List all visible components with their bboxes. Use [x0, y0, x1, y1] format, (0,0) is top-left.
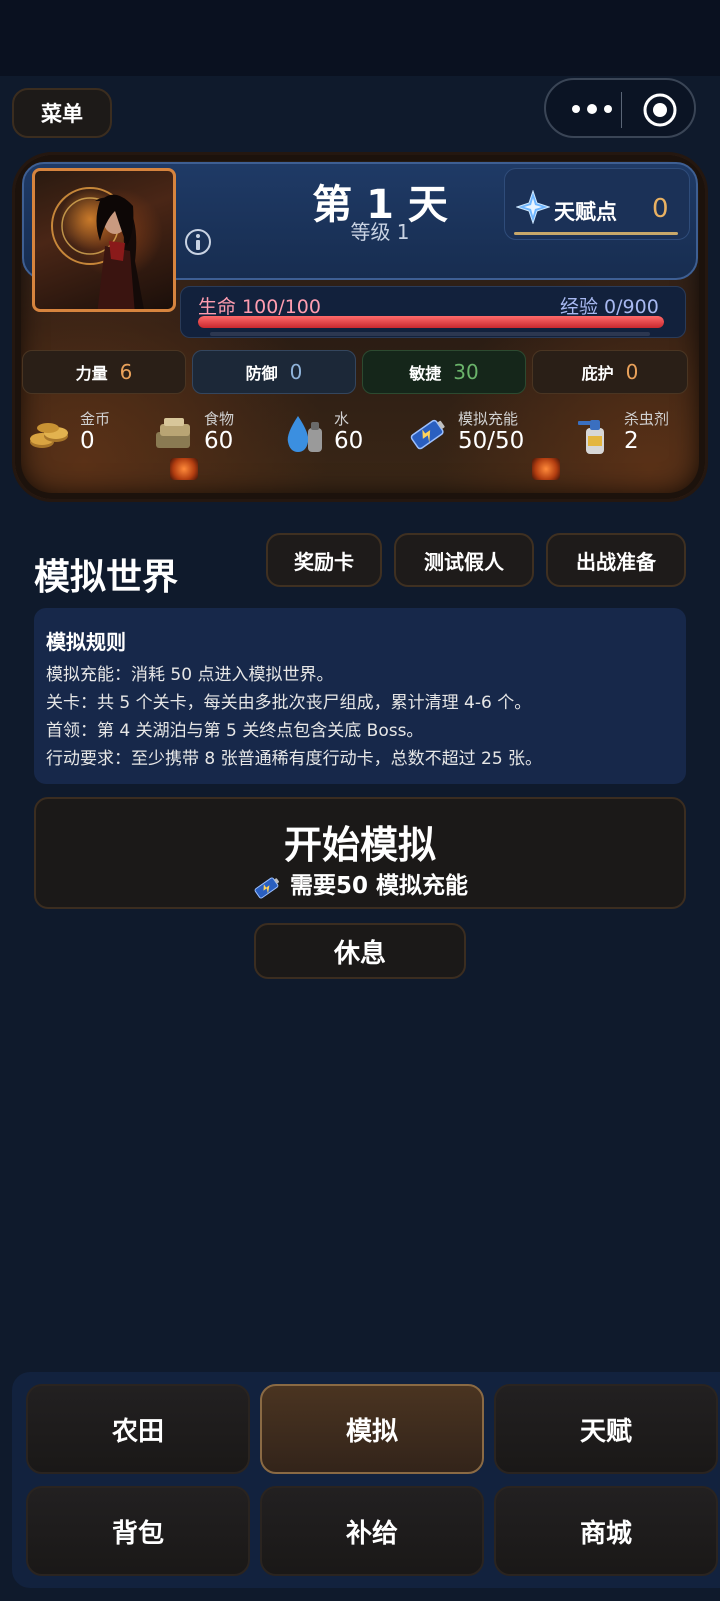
portrait-art [51, 187, 144, 309]
player-portrait[interactable] [32, 168, 176, 312]
talent-value: 0 [652, 194, 669, 224]
rules-title: 模拟规则 [46, 630, 126, 654]
nav-talent[interactable]: 天赋 [494, 1384, 718, 1474]
water-icon [287, 416, 322, 452]
resource-label: 金币 [80, 410, 111, 428]
resource-value: 60 [204, 428, 234, 454]
hp-bar-fill [198, 316, 664, 328]
rules-line: 首领：第 4 关湖泊与第 5 关终点包含关底 Boss。 [46, 721, 424, 741]
resource-label: 食物 [204, 410, 235, 428]
stat-value: 6 [119, 360, 133, 384]
status-bar [0, 0, 720, 76]
stat-strength: 力量 6 [22, 350, 186, 394]
start-cost-label: 需要50 模拟充能 [34, 866, 686, 902]
resource-water: 水 60 [282, 404, 382, 464]
stat-value: 30 [453, 360, 479, 384]
stat-shelter: 庇护 0 [532, 350, 688, 394]
stat-label: 力量 [75, 364, 108, 383]
close-target-icon[interactable] [642, 92, 678, 128]
stat-value: 0 [289, 360, 303, 384]
hp-bar [198, 316, 664, 328]
talent-label: 天赋点 [554, 200, 617, 224]
stat-agility: 敏捷 30 [362, 350, 526, 394]
nav-supply[interactable]: 补给 [260, 1486, 484, 1576]
rest-button[interactable]: 休息 [254, 923, 466, 979]
mini-program-capsule [544, 78, 696, 138]
info-icon[interactable] [184, 228, 212, 256]
resource-coins: 金币 0 [28, 404, 138, 464]
test-dummy-button[interactable]: 测试假人 [394, 533, 534, 587]
hp-label: 生命 100/100 [198, 296, 321, 318]
resource-pesticide: 杀虫剂 2 [572, 404, 682, 464]
more-dots-icon[interactable] [568, 96, 616, 122]
menu-button[interactable]: 菜单 [12, 88, 112, 138]
start-simulation-label: 开始模拟 [283, 823, 436, 867]
reward-card-button[interactable]: 奖励卡 [266, 533, 382, 587]
xp-label: 经验 0/900 [560, 296, 659, 318]
stat-value: 0 [625, 360, 639, 384]
card-lamp [170, 458, 198, 480]
resource-label: 模拟充能 [458, 410, 519, 428]
capsule-divider [621, 92, 622, 128]
rules-line: 模拟充能：消耗 50 点进入模拟世界。 [46, 665, 334, 685]
stat-label: 敏捷 [409, 364, 442, 383]
rules-line: 关卡：共 5 个关卡，每关由多批次丧尸组成，累计清理 4-6 个。 [46, 693, 532, 713]
resource-food: 食物 60 [152, 404, 262, 464]
rules-panel: 模拟规则 模拟充能：消耗 50 点进入模拟世界。 关卡：共 5 个关卡，每关由多… [34, 608, 686, 784]
nav-backpack[interactable]: 背包 [26, 1486, 250, 1576]
spray-icon [578, 420, 604, 454]
battery-icon [410, 419, 445, 450]
stat-label: 庇护 [581, 364, 614, 383]
stat-label: 防御 [245, 364, 278, 383]
resource-sim-charge: 模拟充能 50/50 [406, 404, 536, 464]
nav-farm[interactable]: 农田 [26, 1384, 250, 1474]
nav-simulation[interactable]: 模拟 [260, 1384, 484, 1474]
resource-value: 50/50 [458, 428, 525, 454]
player-level: 等级 1 [350, 220, 410, 244]
nav-shop[interactable]: 商城 [494, 1486, 718, 1576]
resource-value: 0 [80, 428, 95, 454]
resource-label: 水 [334, 410, 350, 428]
battle-prep-button[interactable]: 出战准备 [546, 533, 686, 587]
section-title: 模拟世界 [34, 557, 179, 598]
resource-value: 60 [334, 428, 364, 454]
resource-label: 杀虫剂 [624, 410, 670, 428]
start-cost-text: 需要50 模拟充能 [289, 873, 468, 899]
battery-icon [254, 876, 279, 899]
crystal-star-icon [516, 190, 550, 224]
card-lamp [532, 458, 560, 480]
resource-value: 2 [624, 428, 639, 454]
food-icon [156, 418, 190, 448]
xp-bar [210, 332, 650, 336]
stat-defense: 防御 0 [192, 350, 356, 394]
talent-underline [514, 232, 678, 235]
rules-line: 行动要求：至少携带 8 张普通稀有度行动卡，总数不超过 25 张。 [46, 749, 543, 769]
coins-icon [30, 423, 68, 448]
